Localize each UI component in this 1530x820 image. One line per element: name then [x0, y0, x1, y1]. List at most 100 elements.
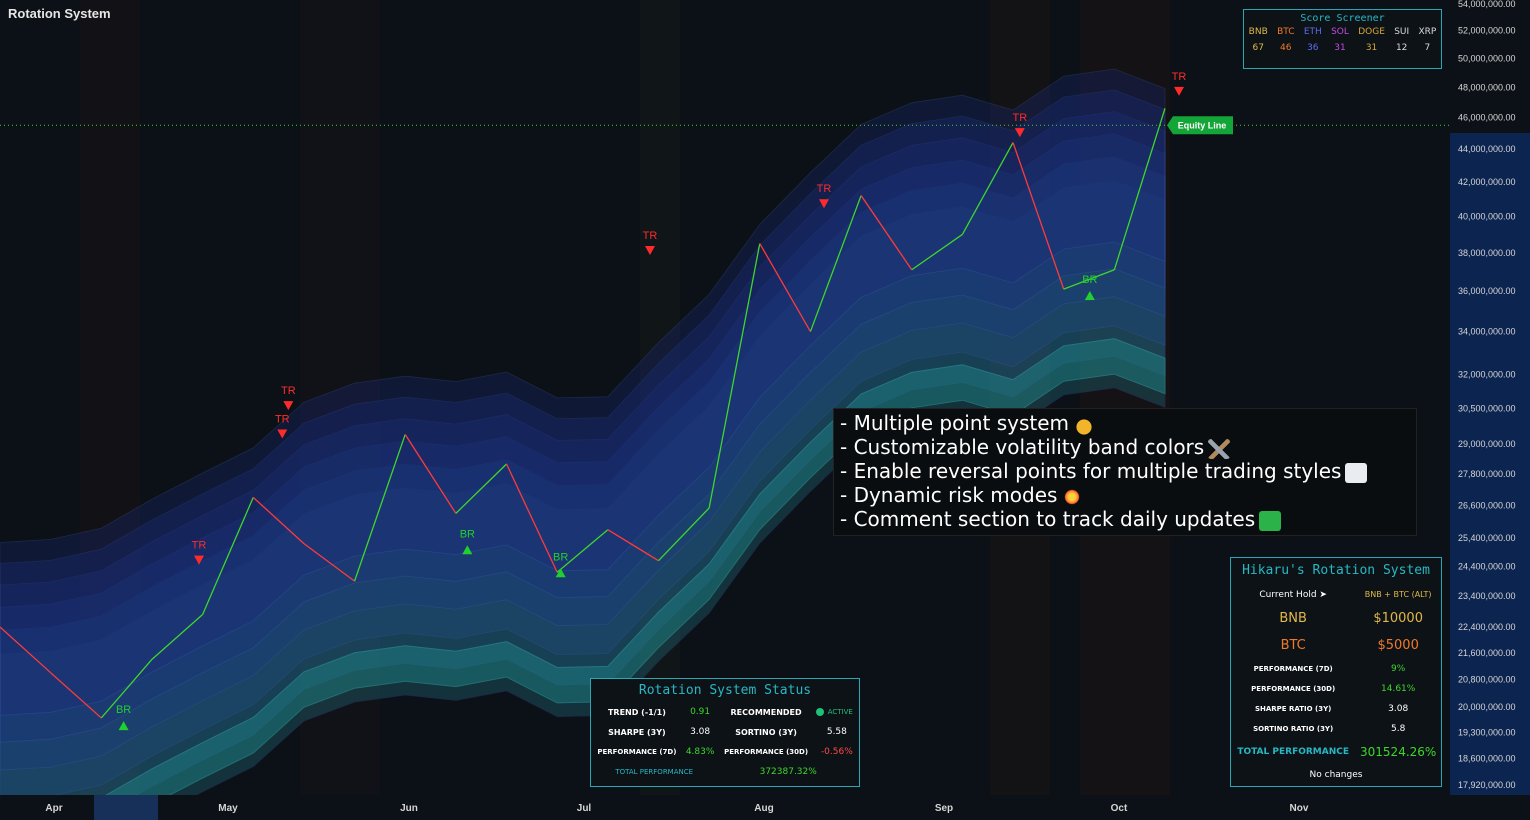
hold-value: BNB + BTC (ALT) — [1364, 590, 1432, 599]
chart-increasing-icon — [1345, 462, 1368, 483]
screener-asset-name: XRP — [1418, 27, 1437, 37]
trend-label: TREND (-1/1) — [607, 707, 666, 717]
medal-icon — [1073, 414, 1096, 435]
screener-col-sui: SUI 12 — [1394, 27, 1409, 53]
recommended-value: ACTIVE — [815, 702, 859, 722]
marker-label: TR — [1172, 71, 1187, 83]
hold-label: Current Hold ➤ — [1259, 589, 1327, 600]
h-perf30-value: 14.61% — [1381, 684, 1416, 694]
h-footer: No changes — [1309, 770, 1363, 780]
y-tick-label: 46,000,000.00 — [1458, 113, 1516, 123]
y-tick-label: 40,000,000.00 — [1458, 211, 1516, 221]
asset2-name: BTC — [1280, 638, 1306, 653]
perf7-value: 4.83% — [685, 747, 715, 757]
tools-icon — [1208, 438, 1231, 459]
sortino-value: 5.58 — [826, 727, 847, 737]
screener-col-sol: SOL 31 — [1331, 27, 1349, 53]
screener-asset-score: 31 — [1365, 43, 1378, 53]
y-tick-label: 36,000,000.00 — [1458, 286, 1516, 296]
x-tick-label: Jul — [577, 803, 592, 814]
status-panel: Rotation System Status TREND (-1/1) 0.91… — [590, 678, 860, 787]
screener-asset-score: 7 — [1424, 43, 1431, 53]
perf30-label: PERFORMANCE (30D) — [724, 748, 809, 756]
features-box: - Multiple point system - Customizable v… — [833, 408, 1417, 536]
chart-stage: TR TR TR BR BR BR TR TR TR BR TR Equity Line 54,000,… — [0, 0, 1530, 820]
y-tick-label: 50,000,000.00 — [1458, 53, 1516, 63]
screener-asset-score: 46 — [1280, 43, 1292, 53]
active-dot-icon — [815, 708, 824, 716]
chart-title: Rotation System — [8, 6, 111, 21]
y-tick-label: 20,000,000.00 — [1458, 702, 1516, 712]
marker-label: BR — [553, 551, 568, 563]
score-screener-title: Score Screener — [1300, 13, 1385, 24]
marker-label: BR — [1082, 274, 1097, 286]
asset1-name: BNB — [1279, 611, 1307, 626]
y-tick-label: 54,000,000.00 — [1458, 0, 1516, 9]
feature-item: - Enable reversal points for multiple tr… — [840, 459, 1410, 483]
screener-asset-name: BTC — [1277, 27, 1295, 37]
x-axis-highlight — [94, 795, 158, 820]
y-tick-label: 18,600,000.00 — [1458, 754, 1516, 764]
x-tick-label: Sep — [935, 803, 953, 814]
feature-item: - Customizable volatility band colors — [840, 435, 1410, 459]
hikaru-panel: Hikaru's Rotation System Current Hold ➤ … — [1230, 557, 1442, 787]
marker-label: TR — [643, 230, 658, 242]
marker-label: TR — [281, 385, 296, 397]
y-tick-label: 42,000,000.00 — [1458, 177, 1516, 187]
y-tick-label: 21,600,000.00 — [1458, 648, 1516, 658]
marker-label: BR — [116, 704, 131, 716]
equity-tag-label: Equity Line — [1178, 120, 1227, 130]
y-tick-label: 20,800,000.00 — [1458, 674, 1516, 684]
y-tick-label: 19,300,000.00 — [1458, 727, 1516, 737]
h-perf7-label: PERFORMANCE (7D) — [1253, 665, 1333, 673]
h-sharpe-label: SHARPE RATIO (3Y) — [1254, 705, 1332, 713]
x-tick-label: Nov — [1290, 803, 1309, 814]
screener-col-xrp: XRP 7 — [1418, 27, 1436, 53]
y-axis-highlight — [1450, 133, 1530, 795]
screener-col-btc: BTC 46 — [1277, 27, 1294, 53]
status-title: Rotation System Status — [638, 683, 812, 698]
x-tick-label: Apr — [45, 803, 62, 814]
y-tick-label: 24,400,000.00 — [1458, 561, 1516, 571]
h-sortino-label: SORTINO RATIO (3Y) — [1253, 725, 1334, 733]
y-tick-label: 34,000,000.00 — [1458, 327, 1516, 337]
y-tick-label: 52,000,000.00 — [1458, 26, 1516, 36]
screener-col-bnb: BNB 67 — [1249, 27, 1268, 53]
screener-asset-score: 36 — [1307, 43, 1319, 53]
sharpe-label: SHARPE (3Y) — [608, 727, 666, 737]
sortino-label: SORTINO (3Y) — [735, 727, 797, 737]
y-tick-label: 38,000,000.00 — [1458, 248, 1516, 258]
score-screener-grid: BNB 67 BTC 46 ETH 36 SOL 31 DOGE 31 SUI 12 XRP 7 — [1244, 27, 1441, 53]
sharpe-value: 3.08 — [690, 727, 711, 737]
screener-col-eth: ETH 36 — [1304, 27, 1322, 53]
trend-value: 0.91 — [690, 707, 711, 717]
hikaru-title: Hikaru's Rotation System — [1242, 563, 1430, 578]
y-tick-label: 17,920,000.00 — [1458, 780, 1516, 790]
y-tick-label: 23,400,000.00 — [1458, 591, 1516, 601]
total-perf-value: 372387.32% — [759, 767, 817, 777]
h-total-value: 301524.26% — [1360, 745, 1437, 759]
y-tick-label: 32,000,000.00 — [1458, 369, 1516, 379]
y-tick-label: 22,400,000.00 — [1458, 622, 1516, 632]
feature-item: - Dynamic risk modes — [840, 483, 1410, 507]
collision-icon — [1061, 486, 1084, 507]
marker-label: TR — [275, 413, 290, 425]
screener-asset-name: SUI — [1394, 27, 1410, 37]
h-perf7-value: 9% — [1391, 664, 1406, 674]
screener-asset-name: ETH — [1303, 27, 1322, 37]
y-tick-label: 29,000,000.00 — [1458, 439, 1516, 449]
x-tick-label: May — [218, 803, 238, 814]
y-tick-label: 27,800,000.00 — [1458, 469, 1516, 479]
screener-asset-name: SOL — [1331, 27, 1349, 37]
status-table: TREND (-1/1) 0.91 RECOMMENDED ACTIVE SHA… — [591, 702, 859, 782]
screener-asset-name: DOGE — [1358, 27, 1385, 37]
feature-item: - Multiple point system — [840, 411, 1410, 435]
asset1-value: $10000 — [1373, 611, 1423, 626]
y-tick-label: 25,400,000.00 — [1458, 533, 1516, 543]
total-perf-label: TOTAL PERFORMANCE — [615, 768, 694, 776]
feature-item: - Comment section to track daily updates — [840, 507, 1410, 531]
score-screener-panel: Score Screener BNB 67 BTC 46 ETH 36 SOL 31 DOGE 3… — [1243, 9, 1442, 69]
perf30-value: -0.56% — [820, 747, 853, 757]
y-tick-label: 44,000,000.00 — [1458, 144, 1516, 154]
marker-label: TR — [1012, 112, 1027, 124]
